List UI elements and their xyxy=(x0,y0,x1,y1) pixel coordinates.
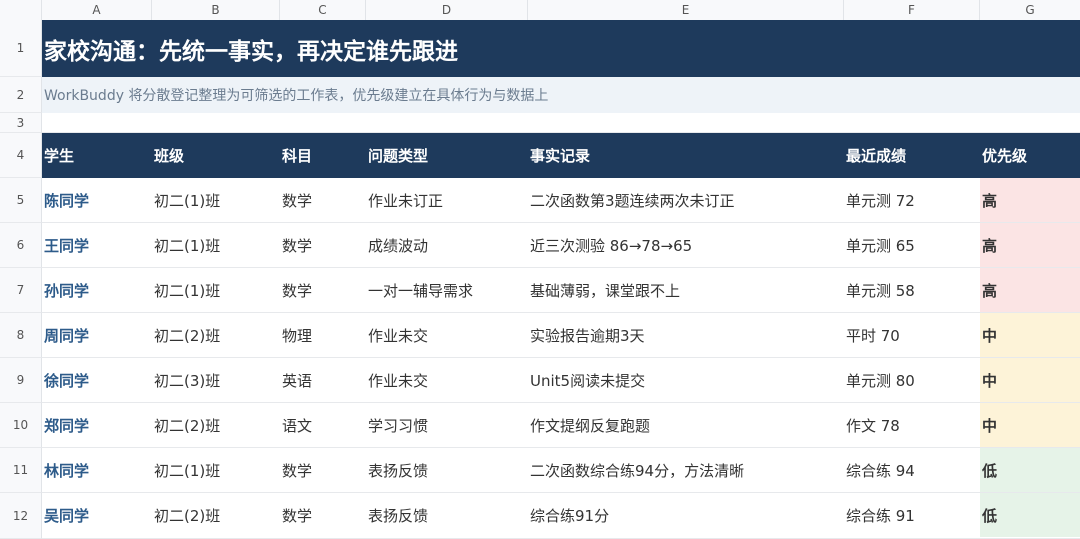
row-header-11[interactable]: 11 xyxy=(0,448,42,493)
cell-score[interactable]: 单元测 65 xyxy=(844,223,980,267)
cell-class[interactable]: 初二(1)班 xyxy=(152,268,280,312)
table-row: 徐同学 初二(3)班 英语 作业未交 Unit5阅读未提交 单元测 80 中 xyxy=(42,358,1080,403)
cell-student[interactable]: 徐同学 xyxy=(42,358,152,402)
cell-priority[interactable]: 低 xyxy=(980,448,1080,492)
header-cell-score[interactable]: 最近成绩 xyxy=(844,133,980,178)
cell-issue[interactable]: 一对一辅导需求 xyxy=(366,268,528,312)
cell-class[interactable]: 初二(2)班 xyxy=(152,493,280,537)
cell-student[interactable]: 王同学 xyxy=(42,223,152,267)
column-header-g[interactable]: G xyxy=(980,0,1080,20)
header-cell-issue[interactable]: 问题类型 xyxy=(366,133,528,178)
cell-fact[interactable]: Unit5阅读未提交 xyxy=(528,358,844,402)
cell-class[interactable]: 初二(1)班 xyxy=(152,223,280,267)
cell-class[interactable]: 初二(1)班 xyxy=(152,178,280,222)
cell-priority[interactable]: 中 xyxy=(980,403,1080,447)
cell-fact[interactable]: 作文提纲反复跑题 xyxy=(528,403,844,447)
cell-issue[interactable]: 成绩波动 xyxy=(366,223,528,267)
row-header-6[interactable]: 6 xyxy=(0,223,42,268)
column-header-e[interactable]: E xyxy=(528,0,844,20)
cell-subject[interactable]: 数学 xyxy=(280,268,366,312)
cell-priority[interactable]: 中 xyxy=(980,358,1080,402)
cell-issue[interactable]: 学习习惯 xyxy=(366,403,528,447)
table-row: 周同学 初二(2)班 物理 作业未交 实验报告逾期3天 平时 70 中 xyxy=(42,313,1080,358)
row-header-10[interactable]: 10 xyxy=(0,403,42,448)
cell-subject[interactable]: 数学 xyxy=(280,223,366,267)
row-header-9[interactable]: 9 xyxy=(0,358,42,403)
table-row: 王同学 初二(1)班 数学 成绩波动 近三次测验 86→78→65 单元测 65… xyxy=(42,223,1080,268)
cell-priority[interactable]: 高 xyxy=(980,268,1080,312)
cell-fact[interactable]: 近三次测验 86→78→65 xyxy=(528,223,844,267)
cell-priority[interactable]: 低 xyxy=(980,493,1080,537)
table-row: 林同学 初二(1)班 数学 表扬反馈 二次函数综合练94分，方法清晰 综合练 9… xyxy=(42,448,1080,493)
cell-fact[interactable]: 基础薄弱，课堂跟不上 xyxy=(528,268,844,312)
cell-score[interactable]: 综合练 91 xyxy=(844,493,980,537)
row-header-8[interactable]: 8 xyxy=(0,313,42,358)
column-header-d[interactable]: D xyxy=(366,0,528,20)
cell-score[interactable]: 综合练 94 xyxy=(844,448,980,492)
column-header-f[interactable]: F xyxy=(844,0,980,20)
spreadsheet: A B C D E F G 1 2 3 4 5 6 7 8 9 10 11 12… xyxy=(0,0,1080,539)
cell-issue[interactable]: 作业未订正 xyxy=(366,178,528,222)
cell-fact[interactable]: 实验报告逾期3天 xyxy=(528,313,844,357)
row-header-7[interactable]: 7 xyxy=(0,268,42,313)
cell-student[interactable]: 吴同学 xyxy=(42,493,152,537)
cell-subject[interactable]: 语文 xyxy=(280,403,366,447)
cell-score[interactable]: 单元测 58 xyxy=(844,268,980,312)
cell-subject[interactable]: 英语 xyxy=(280,358,366,402)
cell-class[interactable]: 初二(3)班 xyxy=(152,358,280,402)
cell-student[interactable]: 陈同学 xyxy=(42,178,152,222)
table-row: 孙同学 初二(1)班 数学 一对一辅导需求 基础薄弱，课堂跟不上 单元测 58 … xyxy=(42,268,1080,313)
cell-student[interactable]: 郑同学 xyxy=(42,403,152,447)
cell-score[interactable]: 单元测 72 xyxy=(844,178,980,222)
table-row: 陈同学 初二(1)班 数学 作业未订正 二次函数第3题连续两次未订正 单元测 7… xyxy=(42,178,1080,223)
cell-subject[interactable]: 数学 xyxy=(280,448,366,492)
cell-issue[interactable]: 表扬反馈 xyxy=(366,493,528,537)
sheet-subtitle-cell[interactable]: WorkBuddy 将分散登记整理为可筛选的工作表，优先级建立在具体行为与数据上 xyxy=(42,77,1080,113)
cell-student[interactable]: 孙同学 xyxy=(42,268,152,312)
header-cell-priority[interactable]: 优先级 xyxy=(980,133,1080,178)
cell-subject[interactable]: 数学 xyxy=(280,178,366,222)
column-header-b[interactable]: B xyxy=(152,0,280,20)
cell-student[interactable]: 林同学 xyxy=(42,448,152,492)
cell-priority[interactable]: 高 xyxy=(980,223,1080,267)
table-row: 郑同学 初二(2)班 语文 学习习惯 作文提纲反复跑题 作文 78 中 xyxy=(42,403,1080,448)
cell-class[interactable]: 初二(2)班 xyxy=(152,313,280,357)
cell-subject[interactable]: 数学 xyxy=(280,493,366,537)
cell-score[interactable]: 作文 78 xyxy=(844,403,980,447)
cell-class[interactable]: 初二(2)班 xyxy=(152,403,280,447)
cell-issue[interactable]: 作业未交 xyxy=(366,358,528,402)
cell-fact[interactable]: 二次函数第3题连续两次未订正 xyxy=(528,178,844,222)
cell-fact[interactable]: 二次函数综合练94分，方法清晰 xyxy=(528,448,844,492)
cell-issue[interactable]: 作业未交 xyxy=(366,313,528,357)
cell-score[interactable]: 单元测 80 xyxy=(844,358,980,402)
cell-priority[interactable]: 高 xyxy=(980,178,1080,222)
row-header-4[interactable]: 4 xyxy=(0,133,42,178)
row-header-3[interactable]: 3 xyxy=(0,113,42,133)
column-header-c[interactable]: C xyxy=(280,0,366,20)
cell-class[interactable]: 初二(1)班 xyxy=(152,448,280,492)
cell-student[interactable]: 周同学 xyxy=(42,313,152,357)
cell-issue[interactable]: 表扬反馈 xyxy=(366,448,528,492)
header-cell-class[interactable]: 班级 xyxy=(152,133,280,178)
table-row: 吴同学 初二(2)班 数学 表扬反馈 综合练91分 综合练 91 低 xyxy=(42,493,1080,539)
header-cell-student[interactable]: 学生 xyxy=(42,133,152,178)
row-header-12[interactable]: 12 xyxy=(0,493,42,539)
cell-priority[interactable]: 中 xyxy=(980,313,1080,357)
table-header-row: 学生 班级 科目 问题类型 事实记录 最近成绩 优先级 xyxy=(42,133,1080,178)
cell-fact[interactable]: 综合练91分 xyxy=(528,493,844,537)
row-header-2[interactable]: 2 xyxy=(0,77,42,113)
row-header-1[interactable]: 1 xyxy=(0,20,42,77)
header-cell-fact[interactable]: 事实记录 xyxy=(528,133,844,178)
blank-row[interactable] xyxy=(42,113,1080,133)
cell-subject[interactable]: 物理 xyxy=(280,313,366,357)
column-header-bar: A B C D E F G xyxy=(0,0,1080,21)
select-all-corner[interactable] xyxy=(0,0,42,20)
row-header-5[interactable]: 5 xyxy=(0,178,42,223)
column-header-a[interactable]: A xyxy=(42,0,152,20)
header-cell-subject[interactable]: 科目 xyxy=(280,133,366,178)
sheet-title-cell[interactable]: 家校沟通：先统一事实，再决定谁先跟进 xyxy=(42,20,1080,77)
cell-score[interactable]: 平时 70 xyxy=(844,313,980,357)
